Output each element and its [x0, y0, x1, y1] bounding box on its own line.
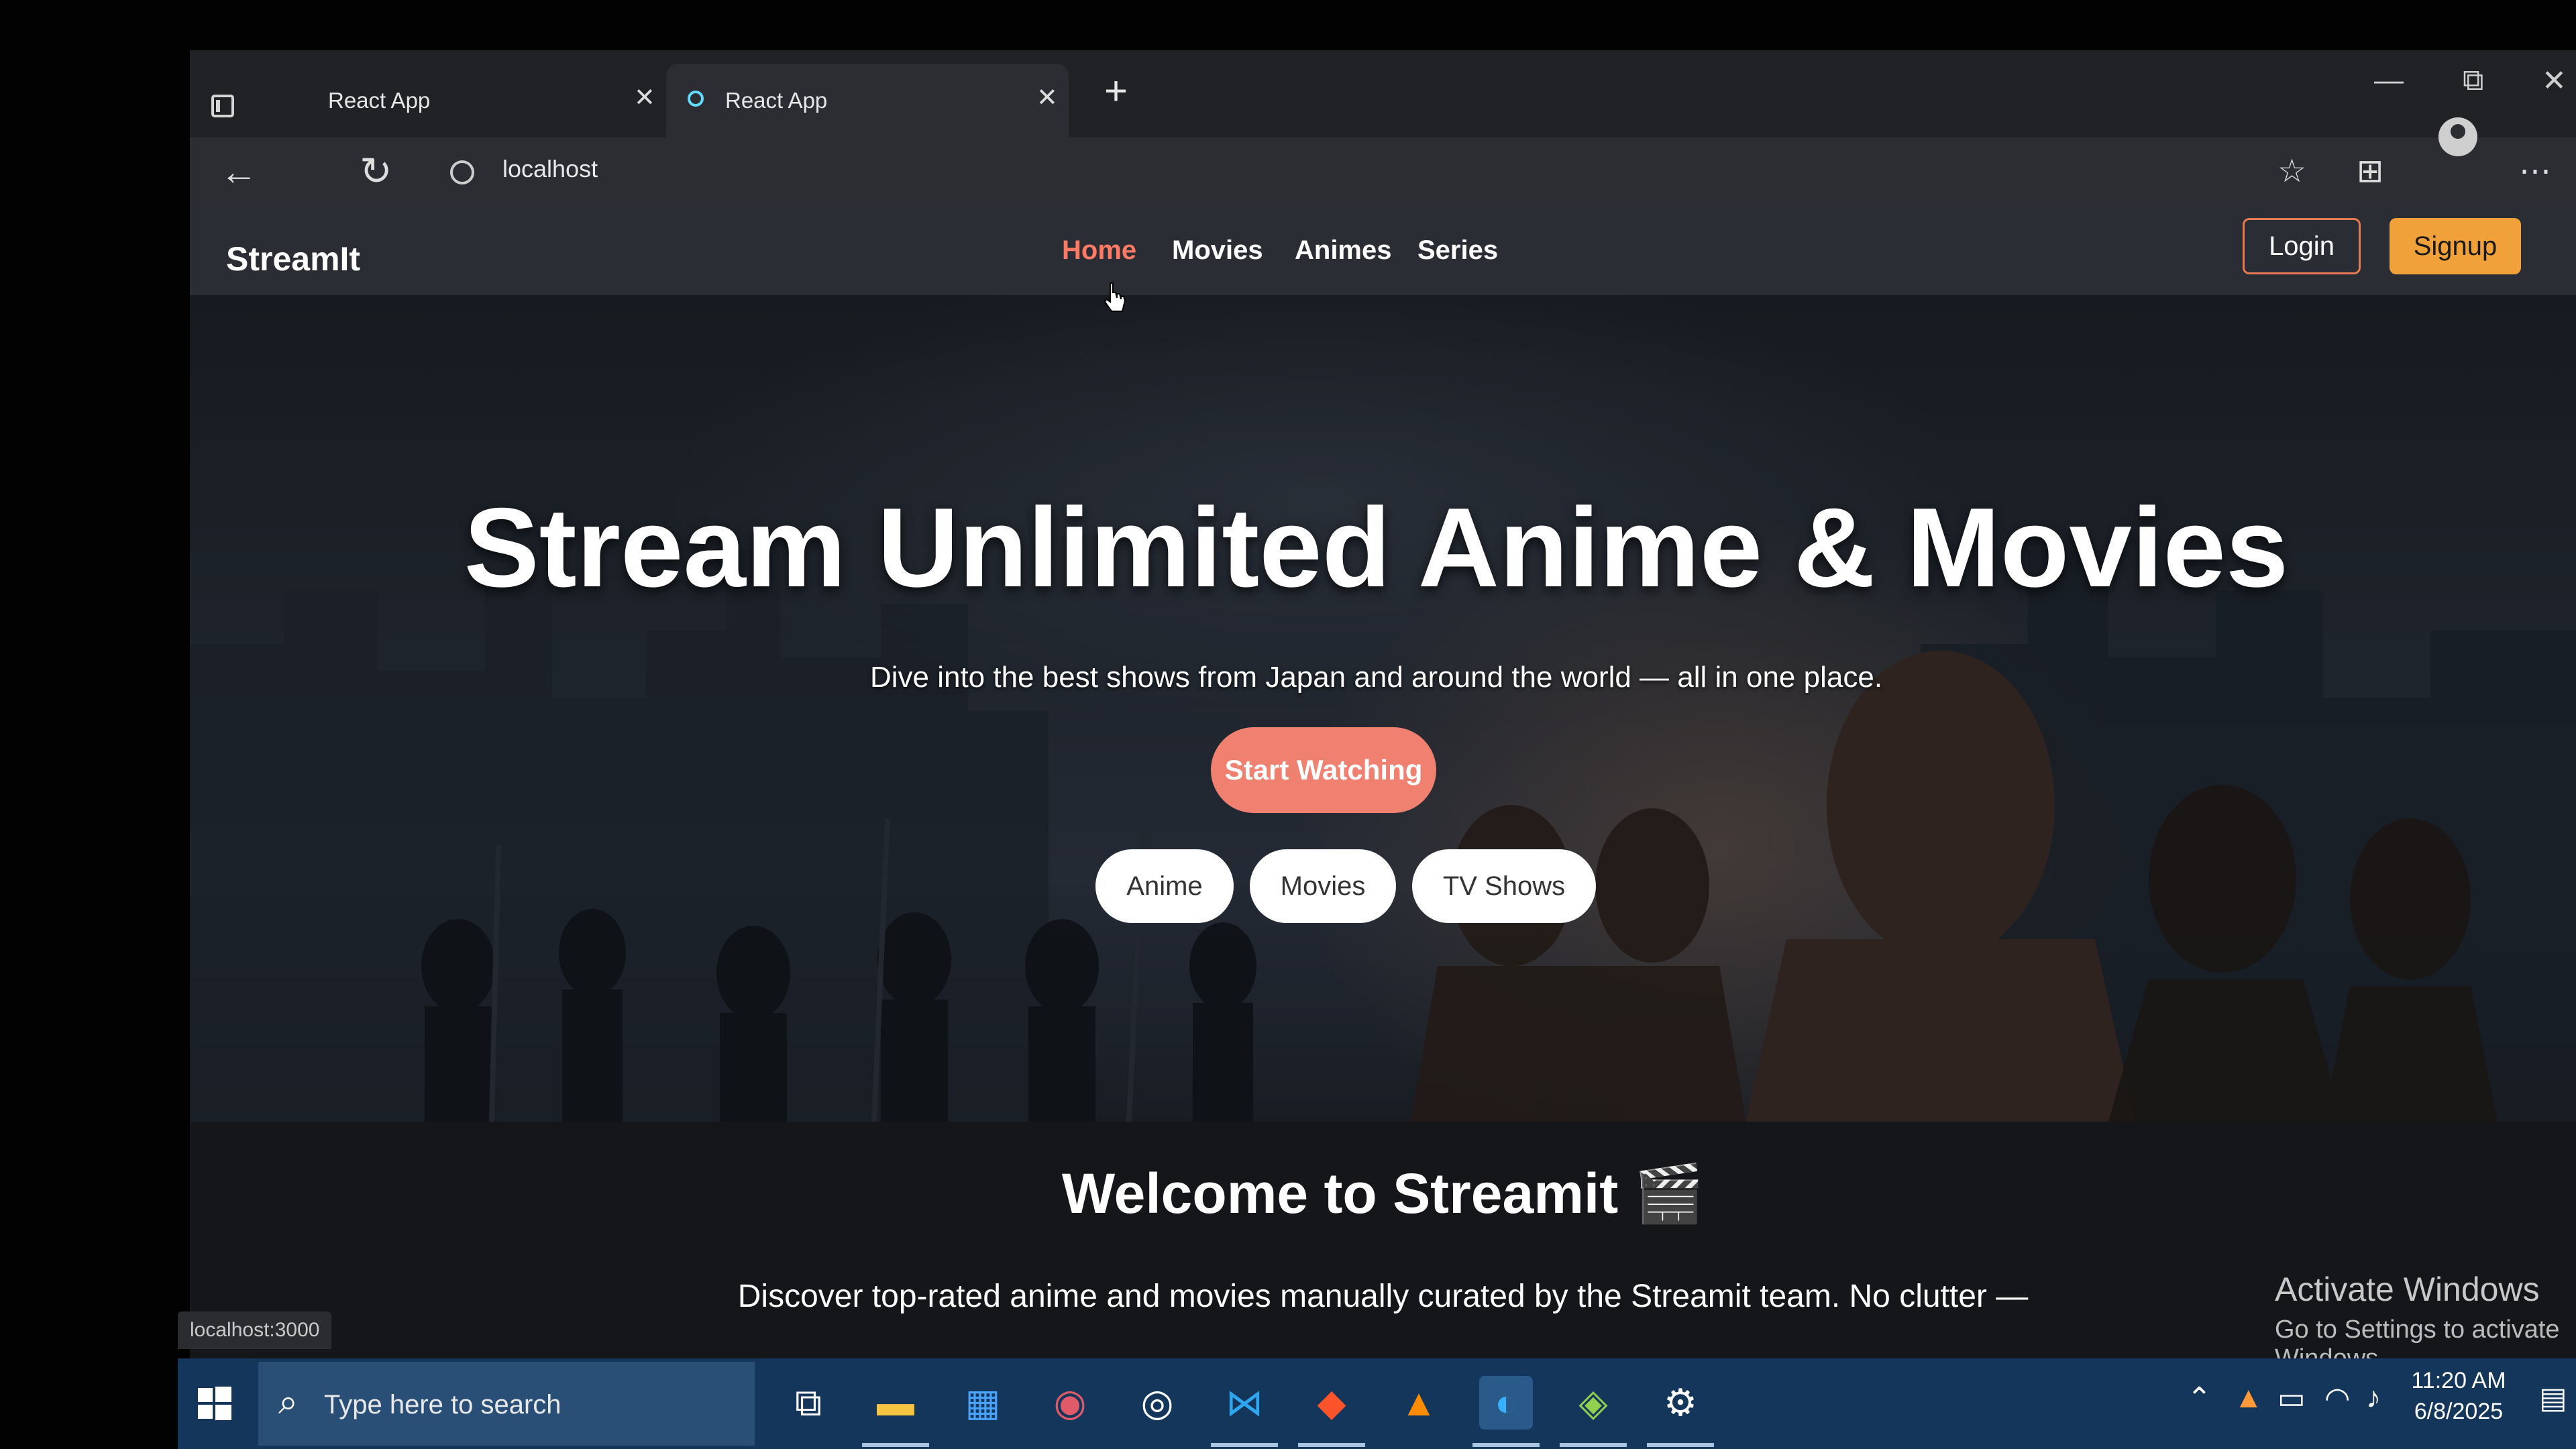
app-icon-circle[interactable]: ◎	[1130, 1376, 1184, 1430]
task-view-icon[interactable]: ⧉	[782, 1376, 835, 1430]
login-button[interactable]: Login	[2243, 218, 2361, 274]
active-app-indicator	[1472, 1443, 1540, 1447]
site-info-icon[interactable]	[450, 160, 474, 184]
category-pill-movies[interactable]: Movies	[1250, 849, 1396, 923]
tab-react-app-2[interactable]: React App ✕	[666, 64, 1069, 138]
windows-taskbar: ⌕ Type here to search ⧉ ▬ ▦ ◉ ◎ ⋈ ◆ ▲ ◐ …	[178, 1358, 2576, 1449]
profile-avatar-icon[interactable]	[2438, 117, 2477, 156]
tab-title: React App	[328, 88, 431, 113]
hero-subtitle: Dive into the best shows from Japan and …	[869, 661, 1883, 694]
tab-close-icon[interactable]: ✕	[634, 83, 655, 113]
signup-button[interactable]: Signup	[2390, 218, 2521, 274]
search-icon: ⌕	[278, 1383, 299, 1421]
vscode-icon[interactable]: ⋈	[1218, 1376, 1271, 1430]
welcome-title: Welcome to Streamit 🎬	[1061, 1162, 1705, 1225]
windows-start-icon[interactable]	[198, 1387, 231, 1420]
browser-toolbar: ← ↻ localhost ☆ ⊞ ⋯	[190, 138, 2576, 205]
microsoft-store-icon[interactable]: ▦	[956, 1376, 1010, 1430]
category-pill-anime[interactable]: Anime	[1095, 849, 1234, 923]
browser-titlebar: React App ✕ React App ✕ + — ⧉ ✕	[190, 50, 2576, 138]
battery-icon[interactable]: ▭	[2277, 1381, 2306, 1415]
wifi-icon[interactable]: ◠	[2324, 1381, 2350, 1415]
activate-windows-title: Activate Windows	[2275, 1271, 2540, 1308]
volume-icon[interactable]: ♪	[2366, 1381, 2381, 1415]
taskbar-search-box[interactable]: ⌕ Type here to search	[258, 1362, 755, 1446]
hero-title: Stream Unlimited Anime & Movies	[464, 484, 2289, 610]
category-pill-tv-shows[interactable]: TV Shows	[1412, 849, 1596, 923]
favorites-icon[interactable]: ☆	[2277, 152, 2306, 190]
show-hidden-icons-chevron[interactable]: ⌃	[2187, 1381, 2212, 1415]
sidebar-toggle-icon[interactable]	[211, 95, 234, 117]
new-tab-button[interactable]: +	[1104, 68, 1128, 114]
vlc-icon[interactable]: ▲	[1392, 1376, 1446, 1430]
tab-react-app-1[interactable]: React App ✕	[190, 64, 659, 138]
tab-close-icon[interactable]: ✕	[1036, 83, 1058, 113]
clock-time[interactable]: 11:20 AM	[2398, 1368, 2519, 1394]
restore-icon[interactable]: ⧉	[2463, 64, 2483, 97]
clock-date[interactable]: 6/8/2025	[2398, 1399, 2519, 1425]
more-menu-icon[interactable]: ⋯	[2519, 152, 2551, 190]
mouse-pointer-icon	[1104, 282, 1126, 312]
activate-windows-subtitle: Go to Settings to activate Windows.	[2275, 1316, 2560, 1358]
react-logo-icon	[688, 91, 704, 107]
nav-animes[interactable]: Animes	[1295, 235, 1392, 266]
reload-icon[interactable]: ↻	[360, 148, 392, 194]
app-icon-diamond[interactable]: ◈	[1566, 1376, 1620, 1430]
back-arrow-icon[interactable]: ←	[220, 150, 258, 193]
active-app-indicator	[1211, 1443, 1278, 1447]
active-app-indicator	[1647, 1443, 1714, 1447]
close-icon[interactable]: ✕	[2542, 64, 2567, 98]
web-page: StreamIt Home Movies Animes Series Login…	[190, 205, 2576, 1358]
nav-home[interactable]: Home	[1062, 235, 1136, 266]
app-icon-red[interactable]: ◉	[1043, 1376, 1097, 1430]
status-url-tooltip: localhost:3000	[178, 1311, 332, 1349]
hero-section: Stream Unlimited Anime & Movies Dive int…	[190, 295, 2576, 1122]
nav-series[interactable]: Series	[1417, 235, 1498, 266]
site-navbar: StreamIt Home Movies Animes Series Login…	[190, 205, 2576, 295]
settings-gear-icon[interactable]: ⚙	[1654, 1376, 1707, 1430]
brave-browser-icon[interactable]: ◆	[1305, 1376, 1358, 1430]
browser-window: React App ✕ React App ✕ + — ⧉ ✕ ← ↻ loca…	[190, 50, 2576, 1358]
active-app-indicator	[862, 1443, 929, 1447]
notifications-icon[interactable]: ▤	[2539, 1381, 2567, 1415]
active-app-indicator	[1560, 1443, 1627, 1447]
hero-background-image	[190, 295, 2576, 1122]
welcome-text: Discover top-rated anime and movies manu…	[737, 1279, 2029, 1314]
search-placeholder: Type here to search	[324, 1390, 561, 1419]
active-app-indicator	[1298, 1443, 1365, 1447]
address-bar[interactable]: localhost	[502, 155, 598, 183]
edge-browser-icon[interactable]: ◐	[1479, 1376, 1533, 1430]
nav-movies[interactable]: Movies	[1172, 235, 1263, 266]
minimize-icon[interactable]: —	[2374, 64, 2404, 97]
vlc-tray-icon[interactable]: ▲	[2234, 1381, 2263, 1415]
collections-icon[interactable]: ⊞	[2357, 152, 2383, 190]
tab-title: React App	[725, 88, 828, 113]
file-explorer-icon[interactable]: ▬	[869, 1376, 922, 1430]
brand-logo[interactable]: StreamIt	[226, 239, 360, 278]
start-watching-button[interactable]: Start Watching	[1211, 727, 1436, 813]
